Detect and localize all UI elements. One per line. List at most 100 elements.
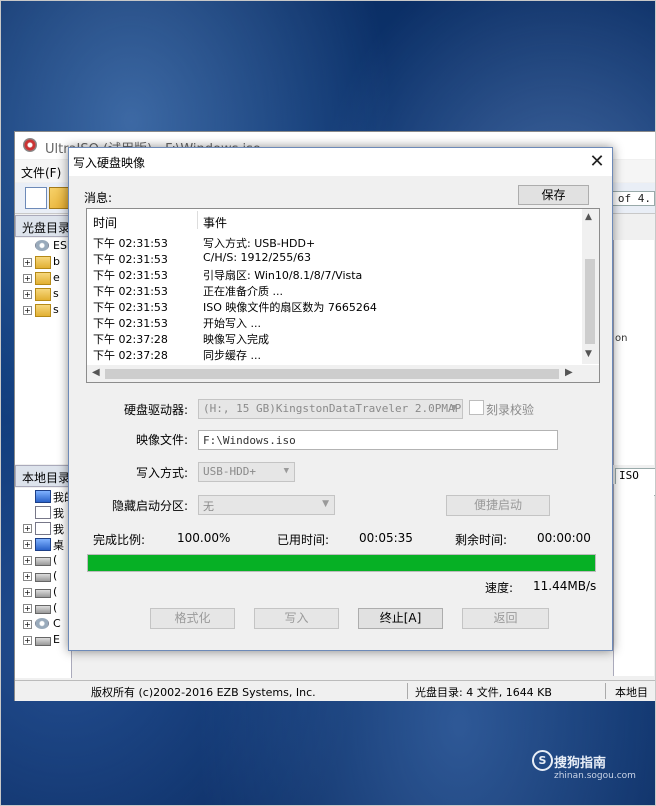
format-button[interactable]: 格式化 [150, 608, 235, 629]
log-row[interactable]: 下午 02:31:53 ISO 映像文件的扇区数为 7665264 [87, 298, 581, 314]
chevron-down-icon: ▼ [322, 499, 329, 509]
messages-label: 消息: [84, 191, 113, 205]
tree-item-label: 桌 [53, 539, 64, 552]
tree-item-label: C [53, 617, 61, 630]
log-row[interactable]: 下午 02:37:28 同步缓存 ... [87, 346, 581, 362]
watermark-url: zhinan.sogou.com [554, 771, 636, 781]
tree-item-label: e [53, 271, 60, 284]
log-row[interactable]: 下午 02:31:53 C/H/S: 1912/255/63 [87, 250, 581, 266]
tree-item[interactable]: + E [15, 632, 71, 648]
expand-icon[interactable]: + [23, 540, 32, 549]
image-file-field[interactable]: F:\Windows.iso [198, 430, 558, 450]
tree-item[interactable]: +( [15, 600, 71, 616]
speed-label: 速度: [485, 581, 514, 595]
log-time: 下午 02:37:28 [93, 333, 168, 346]
log-row[interactable]: 下午 02:31:53 写入方式: USB-HDD+ [87, 234, 581, 250]
horizontal-scroll-thumb[interactable] [105, 369, 559, 379]
abort-button[interactable]: 终止[A] [358, 608, 443, 629]
expand-icon[interactable]: + [23, 588, 32, 597]
file-list-partial-text: on [615, 333, 628, 344]
save-log-button[interactable]: 保存 [518, 185, 589, 205]
log-time: 下午 02:31:53 [93, 317, 168, 330]
drive-icon [35, 637, 51, 646]
log-event: 开始写入 ... [203, 317, 261, 330]
verify-checkbox[interactable] [469, 400, 484, 415]
expand-icon[interactable]: + [23, 290, 32, 299]
dialog-title: 写入硬盘映像 [73, 156, 146, 170]
tree-item[interactable]: +( [15, 552, 71, 568]
expand-icon[interactable]: + [23, 620, 32, 629]
log-row[interactable]: 下午 02:31:53 引导扇区: Win10/8.1/8/7/Vista [87, 266, 581, 282]
scroll-down-icon[interactable]: ▼ [585, 349, 592, 359]
tree-item[interactable]: ESD-I [15, 238, 71, 254]
expand-icon[interactable]: + [23, 306, 32, 315]
folder-icon [35, 304, 51, 317]
log-event-column-header[interactable]: 事件 [203, 214, 227, 231]
menu-file[interactable]: 文件(F) [21, 164, 61, 181]
chevron-down-icon: ▼ [451, 403, 457, 413]
tree-item[interactable]: 我 [15, 504, 71, 520]
watermark-text: 搜狗指南 [554, 756, 607, 771]
expand-icon[interactable]: + [23, 258, 32, 267]
expand-icon[interactable]: + [23, 636, 32, 645]
expand-icon[interactable]: + [23, 572, 32, 581]
log-row[interactable]: 下午 02:31:53 正在准备介质 ... [87, 282, 581, 298]
log-horizontal-scrollbar[interactable]: ◀ ▶ [87, 365, 599, 382]
tree-item[interactable]: + b [15, 254, 71, 270]
remaining-time-label: 剩余时间: [455, 533, 508, 547]
sogou-logo-icon: S [532, 750, 553, 771]
drive-icon [35, 589, 51, 598]
log-event: 正在准备介质 ... [203, 285, 283, 298]
scroll-left-icon[interactable]: ◀ [92, 367, 100, 378]
tree-item[interactable]: +( [15, 568, 71, 584]
tree-item-label: ( [53, 553, 58, 566]
tree-item[interactable]: + s [15, 286, 71, 302]
tree-item[interactable]: 我的 [15, 488, 71, 504]
document-icon [35, 506, 51, 519]
log-row[interactable]: 下午 02:31:53 开始写入 ... [87, 314, 581, 330]
expand-icon[interactable]: + [23, 604, 32, 613]
log-row[interactable]: 下午 02:37:28 映像写入完成 [87, 330, 581, 346]
log-time: 下午 02:31:53 [93, 301, 168, 314]
log-time-column-header[interactable]: 时间 [93, 214, 117, 231]
log-rows: 下午 02:31:53 写入方式: USB-HDD+ 下午 02:31:53 C/H/… [87, 234, 581, 362]
hide-boot-partition-select[interactable]: 无 ▼ [198, 495, 335, 515]
disc-directory-tree: ESD-I+b+e+s+s [15, 238, 72, 464]
log-vertical-scrollbar[interactable]: ▲ ▼ [582, 209, 599, 364]
back-button[interactable]: 返回 [462, 608, 549, 629]
disc-icon [35, 240, 49, 251]
tree-item[interactable]: +( [15, 584, 71, 600]
scroll-right-icon[interactable]: ▶ [565, 367, 573, 378]
write-button[interactable]: 写入 [254, 608, 339, 629]
folder-icon [35, 272, 51, 285]
tree-item-label: ( [53, 601, 58, 614]
tree-item[interactable]: + 我 [15, 520, 71, 536]
quick-boot-button[interactable]: 便捷启动 [446, 495, 550, 516]
message-log[interactable]: 时间 事件 下午 02:31:53 写入方式: USB-HDD+ 下午 02:31:… [86, 208, 600, 383]
tree-item[interactable]: + 桌 [15, 536, 71, 552]
tree-item[interactable]: + e [15, 270, 71, 286]
expand-icon[interactable]: + [23, 524, 32, 533]
log-event: 同步缓存 ... [203, 349, 261, 362]
log-header: 时间 事件 [87, 209, 581, 231]
tree-item[interactable]: + s [15, 302, 71, 318]
tree-item[interactable]: + C [15, 616, 71, 632]
disc-file-list [613, 240, 654, 465]
log-event: 映像写入完成 [203, 333, 269, 346]
disk-drive-select[interactable]: (H:, 15 GB)KingstonDataTraveler 2.0PMAP … [198, 399, 463, 419]
tree-item-label: ( [53, 569, 58, 582]
scroll-up-icon[interactable]: ▲ [585, 212, 592, 222]
status-disc-info: 光盘目录: 4 文件, 1644 KB [415, 686, 552, 699]
write-method-select[interactable]: USB-HDD+ ▼ [198, 462, 295, 482]
vertical-scroll-thumb[interactable] [585, 259, 595, 344]
drive-icon [35, 573, 51, 582]
progress-fill [88, 555, 595, 571]
status-local-info: 本地目 [615, 686, 648, 699]
disc-directory-header: 光盘目录 [15, 215, 71, 237]
close-icon[interactable]: ✕ [586, 151, 608, 173]
new-file-icon[interactable] [25, 187, 47, 209]
remaining-time-value: 00:00:00 [537, 531, 591, 545]
expand-icon[interactable]: + [23, 556, 32, 565]
expand-icon[interactable]: + [23, 274, 32, 283]
write-progress-bar [87, 554, 596, 572]
